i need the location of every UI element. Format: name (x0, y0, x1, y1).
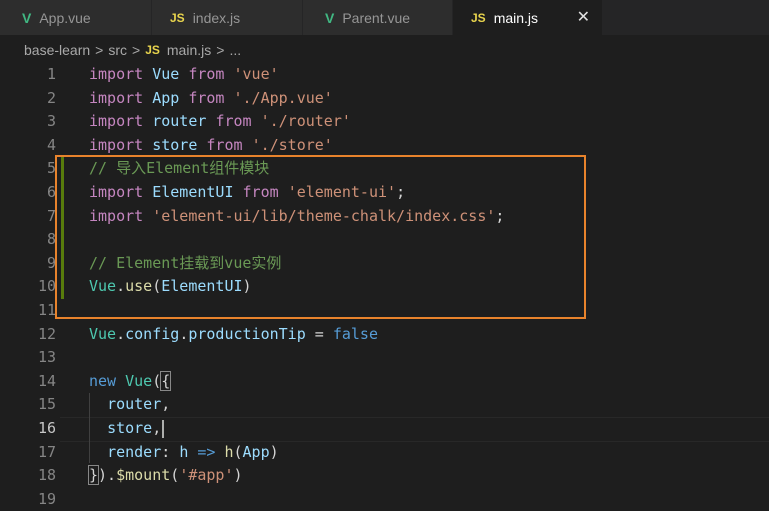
close-icon[interactable]: ✕ (577, 7, 590, 27)
code-text: import Vue from 'vue' (89, 65, 279, 83)
code-line[interactable]: 4 import store from './store' (0, 134, 769, 158)
code-text: new Vue({ (89, 370, 172, 391)
code-text: import router from './router' (89, 112, 351, 131)
breadcrumb-more[interactable]: ... (229, 42, 241, 58)
breadcrumb-folder[interactable]: src (108, 42, 127, 58)
line-number: 5 (46, 159, 56, 178)
tab-label: Parent.vue (342, 9, 411, 26)
line-number: 19 (37, 489, 56, 508)
code-line[interactable]: 14 new Vue({ (0, 370, 769, 394)
code-text: render: h => h(App) (107, 442, 279, 461)
line-number: 7 (46, 206, 56, 225)
code-editor[interactable]: 1 import Vue from 'vue' 2 import App from '… (0, 63, 769, 511)
line-number: 11 (37, 301, 56, 319)
code-line[interactable]: 19 (0, 488, 769, 511)
chevron-right-icon: > (216, 41, 225, 58)
line-number: 17 (37, 442, 56, 461)
code-text: }).$mount('#app') (87, 465, 243, 486)
code-line[interactable]: 16 store, (0, 417, 769, 441)
code-line[interactable]: 3 import router from './router' (0, 110, 769, 134)
chevron-right-icon: > (95, 41, 104, 58)
code-line[interactable]: 1 import Vue from 'vue' (0, 63, 769, 87)
tab-parent-vue[interactable]: V Parent.vue (303, 0, 453, 35)
text-cursor (162, 419, 165, 438)
line-number: 2 (46, 88, 56, 107)
line-number: 12 (37, 324, 56, 343)
line-number: 9 (46, 253, 56, 272)
code-line[interactable]: 18 }).$mount('#app') (0, 464, 769, 488)
tab-index-js[interactable]: JS index.js (152, 0, 303, 35)
line-number: 13 (37, 348, 56, 367)
tab-label: main.js (493, 9, 539, 26)
chevron-right-icon: > (132, 41, 141, 58)
line-number: 10 (37, 277, 56, 296)
line-number: 4 (46, 135, 56, 154)
js-icon: JS (145, 42, 160, 57)
line-number: 15 (37, 395, 56, 414)
vue-icon: V (22, 9, 32, 26)
line-number: 6 (46, 183, 56, 201)
code-line[interactable]: 15 router, (0, 393, 769, 417)
tab-bar: V App.vue JS index.js V Parent.vue JS ma… (0, 0, 769, 35)
line-number: 16 (37, 419, 56, 437)
annotation-box (55, 155, 586, 319)
line-number: 3 (46, 112, 56, 131)
code-text: router, (107, 395, 171, 414)
breadcrumb: base-learn > src > JS main.js > ... (0, 35, 769, 64)
line-number: 8 (46, 230, 56, 249)
tab-label: index.js (192, 9, 241, 26)
line-number: 18 (37, 466, 56, 485)
code-line[interactable]: 13 (0, 346, 769, 370)
line-number: 14 (37, 371, 56, 390)
code-line[interactable]: 17 render: h => h(App) (0, 441, 769, 465)
code-text: import store from './store' (89, 135, 333, 154)
code-text: Vue.config.productionTip = false (89, 324, 378, 343)
tab-label: App.vue (39, 9, 91, 26)
line-number: 1 (46, 65, 56, 83)
code-text: import App from './App.vue' (89, 88, 333, 107)
breadcrumb-root[interactable]: base-learn (24, 42, 90, 58)
js-icon: JS (471, 10, 486, 25)
tab-main-js[interactable]: JS main.js ✕ (453, 0, 603, 35)
code-text: store, (89, 417, 165, 441)
js-icon: JS (170, 10, 185, 25)
breadcrumb-file[interactable]: main.js (167, 42, 211, 58)
code-line[interactable]: 2 import App from './App.vue' (0, 87, 769, 111)
vue-icon: V (325, 9, 335, 26)
tab-app-vue[interactable]: V App.vue (0, 0, 152, 35)
code-line[interactable]: 12 Vue.config.productionTip = false (0, 323, 769, 347)
